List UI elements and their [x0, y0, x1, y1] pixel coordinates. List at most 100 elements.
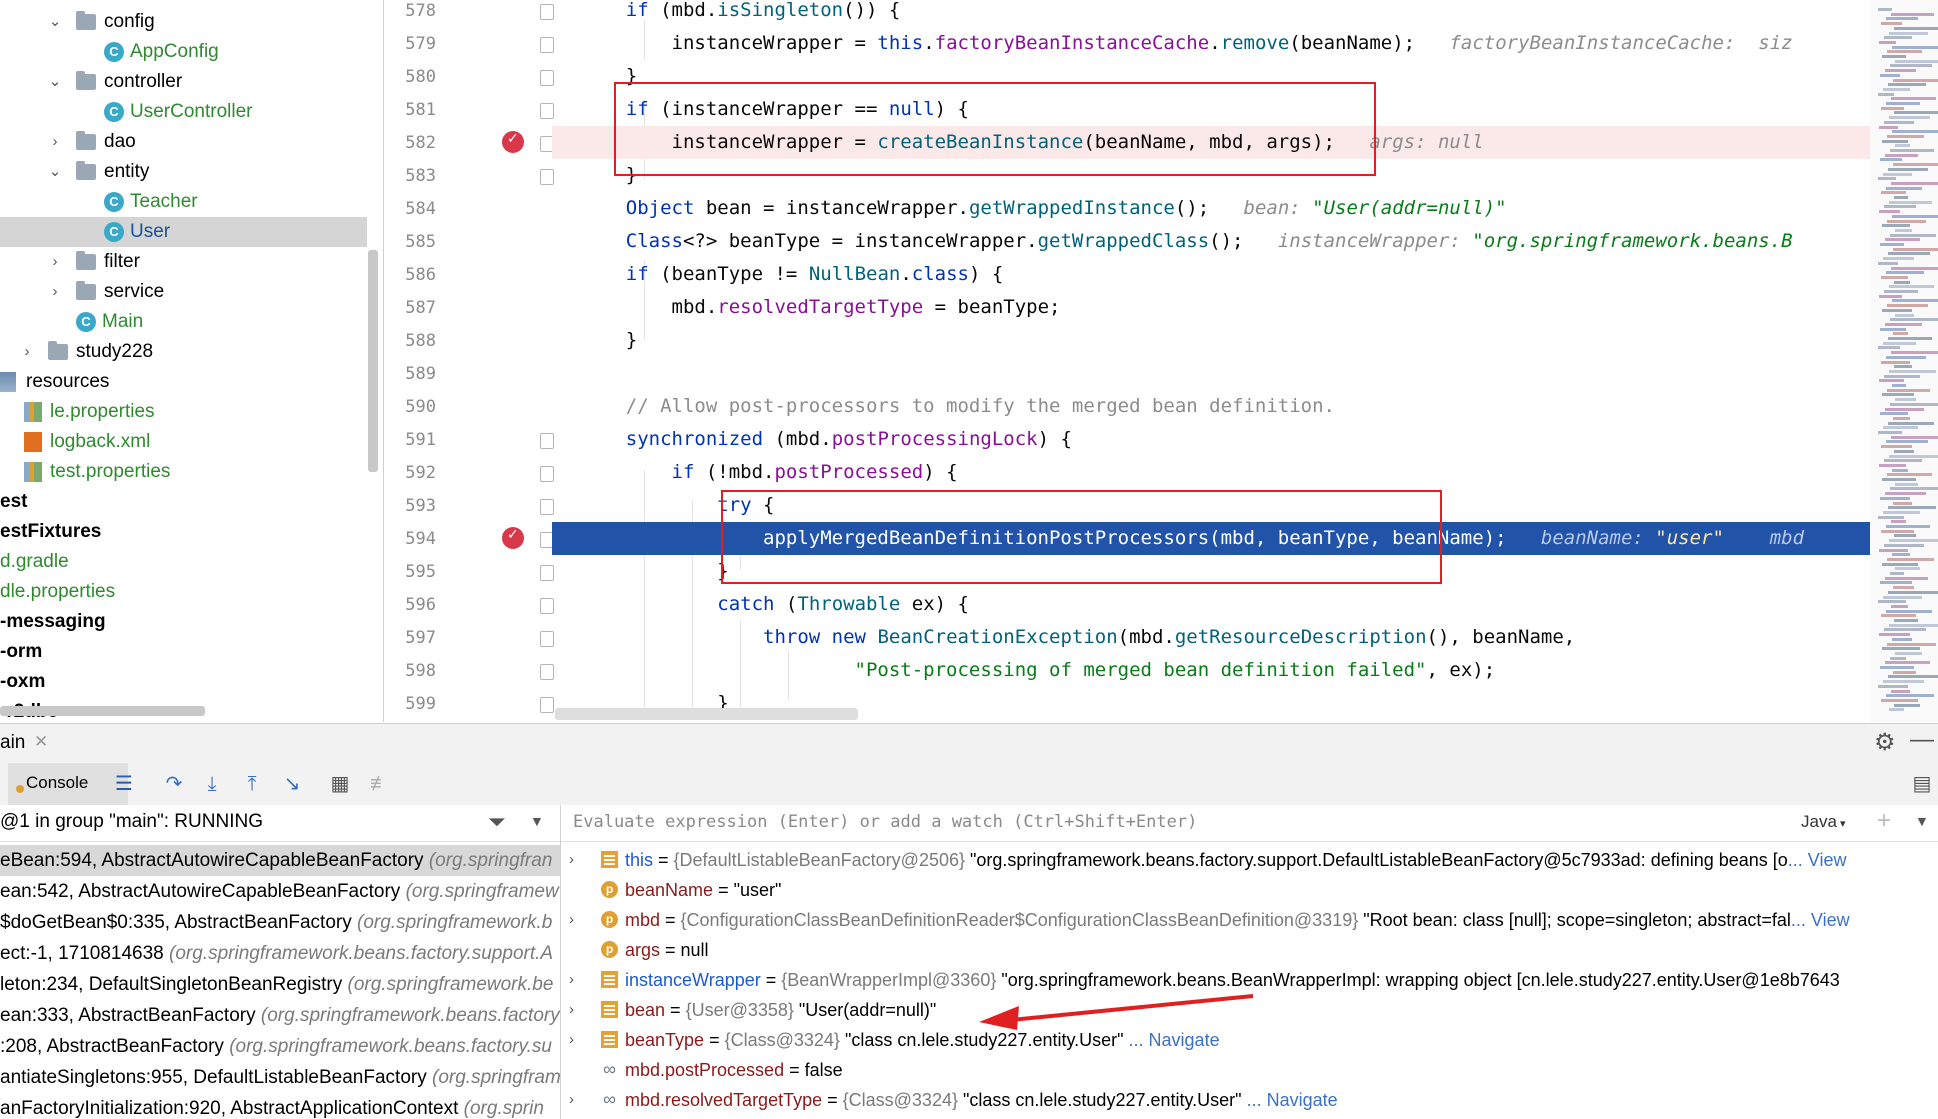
fold-icon[interactable]: [540, 103, 554, 119]
line-number[interactable]: 586: [384, 264, 436, 286]
layout-icon[interactable]: ▤: [1910, 773, 1934, 795]
line-number[interactable]: 589: [384, 363, 436, 385]
tree-item[interactable]: logback.xml: [0, 427, 367, 457]
chevron-right-icon[interactable]: ›: [569, 965, 574, 995]
tree-item[interactable]: ⌄ controller: [0, 67, 367, 97]
line-number[interactable]: 582: [384, 132, 436, 154]
tree-horizontal-scrollbar[interactable]: [0, 706, 205, 716]
tree-item[interactable]: d.gradle: [0, 547, 367, 577]
code-line-590[interactable]: // Allow post-processors to modify the m…: [580, 390, 1870, 423]
line-number[interactable]: 578: [384, 0, 436, 22]
tree-item[interactable]: › study228: [0, 337, 367, 367]
tree-item[interactable]: test.properties: [0, 457, 367, 487]
language-selector[interactable]: Java ▾: [1801, 812, 1846, 832]
line-number[interactable]: 581: [384, 99, 436, 121]
tree-item[interactable]: -oxm: [0, 667, 367, 697]
variable-row[interactable]: p beanName = "user": [561, 875, 1938, 905]
stack-frame-row[interactable]: ean:333, AbstractBeanFactory (org.spring…: [0, 1000, 560, 1031]
frames-list-icon[interactable]: ☰: [112, 773, 136, 795]
stack-frame-row[interactable]: leton:234, DefaultSingletonBeanRegistry …: [0, 969, 560, 1000]
fold-icon[interactable]: [540, 169, 554, 185]
code-line-592[interactable]: if (!mbd.postProcessed) {: [580, 456, 1870, 489]
code-line-586[interactable]: if (beanType != NullBean.class) {: [580, 258, 1870, 291]
stack-frame-row[interactable]: ean:542, AbstractAutowireCapableBeanFact…: [0, 876, 560, 907]
fold-icon[interactable]: [540, 70, 554, 86]
line-number[interactable]: 590: [384, 396, 436, 418]
fold-icon[interactable]: [540, 466, 554, 482]
minimize-icon[interactable]: —: [1910, 726, 1934, 754]
line-number[interactable]: 595: [384, 561, 436, 583]
fold-icon[interactable]: [540, 631, 554, 647]
line-number[interactable]: 591: [384, 429, 436, 451]
line-number[interactable]: 585: [384, 231, 436, 253]
variable-row[interactable]: › ∞ mbd.resolvedTargetType = {Class@3324} …: [561, 1085, 1938, 1115]
add-watch-icon[interactable]: +: [1877, 807, 1891, 835]
chevron-down-icon[interactable]: ⌄: [48, 67, 62, 97]
code-line-591[interactable]: synchronized (mbd.postProcessingLock) {: [580, 423, 1870, 456]
code-line-589[interactable]: [580, 357, 1870, 390]
variable-link[interactable]: ... Navigate: [1242, 1090, 1338, 1110]
chevron-right-icon[interactable]: ›: [48, 247, 62, 277]
trace-stream-icon[interactable]: ≢: [368, 773, 392, 795]
variable-row[interactable]: › p mbd = {ConfigurationClassBeanDefinitio…: [561, 905, 1938, 935]
stack-frame-row[interactable]: :208, AbstractBeanFactory (org.springfra…: [0, 1031, 560, 1062]
thread-selector[interactable]: @1 in group "main": RUNNING ⏷ ▼: [0, 805, 560, 842]
tree-item[interactable]: C User: [0, 217, 367, 247]
chevron-down-icon[interactable]: ▼: [1915, 813, 1929, 829]
run-to-cursor-icon[interactable]: ↘: [280, 773, 304, 795]
tree-item[interactable]: est: [0, 487, 367, 517]
stack-frame-row[interactable]: ect:-1, 1710814638 (org.springframework.…: [0, 938, 560, 969]
evaluate-expression-input[interactable]: Evaluate expression (Enter) or add a wat…: [573, 812, 1197, 832]
chevron-right-icon[interactable]: ›: [569, 995, 574, 1025]
evaluate-expression-icon[interactable]: ▦: [328, 773, 352, 795]
code-line-598[interactable]: "Post-processing of merged bean definiti…: [580, 654, 1870, 687]
tree-item[interactable]: C UserController: [0, 97, 367, 127]
fold-icon[interactable]: [540, 697, 554, 713]
variable-link[interactable]: ... Navigate: [1124, 1030, 1220, 1050]
tree-item[interactable]: le.properties: [0, 397, 367, 427]
chevron-down-icon[interactable]: ⌄: [48, 7, 62, 37]
tree-vertical-scrollbar[interactable]: [368, 250, 378, 472]
code-editor[interactable]: 578 579 580 581 582 583 584 585 586 587 588 589 590 5…: [384, 0, 1870, 722]
gear-icon[interactable]: ⚙: [1874, 728, 1896, 757]
line-number[interactable]: 593: [384, 495, 436, 517]
line-number[interactable]: 594: [384, 528, 436, 550]
chevron-down-icon[interactable]: ▼: [530, 813, 544, 829]
tree-item[interactable]: -orm: [0, 637, 367, 667]
tree-item[interactable]: › dao: [0, 127, 367, 157]
line-number[interactable]: 598: [384, 660, 436, 682]
code-line-578[interactable]: if (mbd.isSingleton()) {: [580, 0, 1870, 27]
code-line-588[interactable]: }: [580, 324, 1870, 357]
line-number[interactable]: 579: [384, 33, 436, 55]
fold-icon[interactable]: [540, 598, 554, 614]
step-over-icon[interactable]: ↷: [162, 773, 186, 795]
code-line-579[interactable]: instanceWrapper = this.factoryBeanInstan…: [580, 27, 1870, 60]
chevron-right-icon[interactable]: ›: [569, 845, 574, 875]
chevron-right-icon[interactable]: ›: [569, 905, 574, 935]
tree-item[interactable]: C AppConfig: [0, 37, 367, 67]
tree-item[interactable]: -messaging: [0, 607, 367, 637]
code-line-585[interactable]: Class<?> beanType = instanceWrapper.getW…: [580, 225, 1870, 258]
variable-row[interactable]: › this = {DefaultListableBeanFactory@2506…: [561, 845, 1938, 875]
tree-item[interactable]: estFixtures: [0, 517, 367, 547]
fold-icon[interactable]: [540, 4, 554, 20]
stack-frame-row[interactable]: $doGetBean$0:335, AbstractBeanFactory (o…: [0, 907, 560, 938]
fold-icon[interactable]: [540, 664, 554, 680]
stack-frame-row[interactable]: anFactoryInitialization:920, AbstractApp…: [0, 1093, 560, 1119]
tree-item[interactable]: ⌄ entity: [0, 157, 367, 187]
variable-link[interactable]: ... View: [1788, 850, 1847, 870]
fold-icon[interactable]: [540, 499, 554, 515]
code-line-587[interactable]: mbd.resolvedTargetType = beanType;: [580, 291, 1870, 324]
line-number[interactable]: 592: [384, 462, 436, 484]
fold-icon[interactable]: [540, 433, 554, 449]
filter-icon[interactable]: ⏷: [488, 809, 506, 835]
fold-icon[interactable]: [540, 37, 554, 53]
stack-frame-row[interactable]: eBean:594, AbstractAutowireCapableBeanFa…: [0, 845, 560, 876]
breakpoint-icon[interactable]: [502, 526, 524, 549]
tree-item[interactable]: resources: [0, 367, 367, 397]
line-number[interactable]: 599: [384, 693, 436, 715]
line-number[interactable]: 583: [384, 165, 436, 187]
code-line-584[interactable]: Object bean = instanceWrapper.getWrapped…: [580, 192, 1870, 225]
line-number[interactable]: 596: [384, 594, 436, 616]
tab-console[interactable]: Console: [8, 763, 128, 808]
